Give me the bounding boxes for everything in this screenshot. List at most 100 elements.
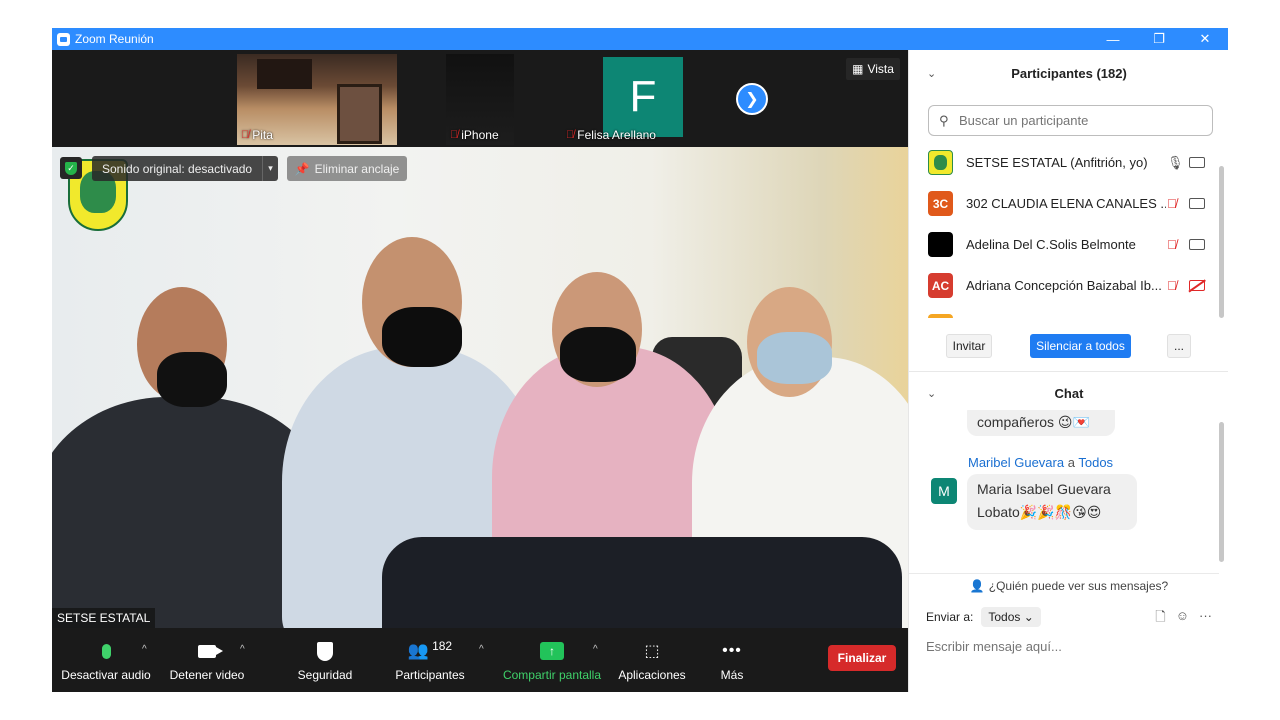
next-page-button[interactable]: ❯ (736, 83, 768, 115)
chevron-down-icon: ⌄ (1023, 610, 1034, 624)
view-button[interactable]: ▦ Vista (846, 58, 900, 80)
microphone-icon[interactable]: 🎙 (1167, 155, 1184, 171)
chevron-up-icon[interactable]: ^ (479, 644, 484, 655)
file-icon[interactable]: 🗋 (1155, 608, 1165, 630)
search-input[interactable] (959, 113, 1199, 128)
participant-row[interactable]: 3C 302 CLAUDIA ELENA CANALES ... 🎙̸ (909, 183, 1219, 224)
share-screen-button[interactable]: ↑ Compartir pantalla (500, 628, 604, 692)
mic-muted-icon: 🎙̸ (566, 129, 575, 141)
video-thumb-pita[interactable]: 🎙̸ Pita (237, 54, 397, 145)
avatar: 3C (928, 191, 953, 216)
chat-header: ⌄ Chat (909, 381, 1228, 405)
chevron-up-icon[interactable]: ^ (593, 644, 598, 655)
share-screen-label: Compartir pantalla (502, 668, 602, 682)
more-dots-icon: ••• (722, 642, 742, 659)
original-sound-button[interactable]: Sonido original: desactivado ▾ (92, 156, 278, 181)
camera-icon[interactable] (1189, 198, 1205, 209)
participant-row[interactable]: SETSE ESTATAL (Anfitrión, yo) 🎙 (909, 142, 1219, 183)
stop-video-label: Detener video (169, 668, 245, 682)
restore-button[interactable]: ❐ (1136, 28, 1182, 50)
microphone-icon (101, 643, 111, 659)
participant-row[interactable]: AC Adriana Concepción Baizabal Ib... 🎙̸ (909, 265, 1219, 306)
apps-label: Aplicaciones (618, 668, 686, 682)
video-thumb-felisa[interactable]: F 🎙̸ Felisa Arellano (562, 54, 722, 145)
mic-muted-icon[interactable]: 🎙̸ (1167, 237, 1177, 252)
participants-button[interactable]: 👥 182 Participantes (390, 628, 470, 692)
mic-muted-icon: 🎙̸ (241, 129, 250, 141)
participant-list: SETSE ESTATAL (Anfitrión, yo) 🎙 3C 302 C… (909, 142, 1219, 318)
mute-all-button[interactable]: Silenciar a todos (1030, 334, 1131, 358)
participant-name: 302 CLAUDIA ELENA CANALES ... (966, 196, 1166, 211)
chat-scrollbar[interactable] (1219, 422, 1224, 562)
video-content (157, 352, 227, 407)
encryption-shield-icon[interactable]: ✓ (60, 157, 82, 179)
thumb-background (257, 59, 312, 89)
mic-muted-icon[interactable]: 🎙̸ (1167, 278, 1177, 293)
stop-video-button[interactable]: Detener video (162, 628, 252, 692)
minimize-button[interactable]: — (1090, 28, 1136, 50)
avatar (928, 150, 953, 175)
panel-divider (909, 371, 1228, 372)
remove-pin-button[interactable]: 📌 Eliminar anclaje (287, 156, 407, 181)
mic-muted-icon[interactable]: 🎙̸ (1167, 196, 1177, 211)
thumbnail-strip: 🎙̸ Pita 🎙̸ iPhone F 🎙̸ Felisa Arellano ❯ (52, 50, 908, 147)
chat-sender: Maribel Guevara (968, 455, 1065, 470)
thumb-label: 🎙̸ Pita (241, 128, 273, 142)
shield-icon (317, 641, 333, 661)
view-label: Vista (867, 62, 894, 76)
participant-row[interactable]: Adelina Del C.Solis Belmonte 🎙̸ (909, 224, 1219, 265)
mute-audio-label: Desactivar audio (61, 668, 151, 682)
thumb-label: 🎙̸ iPhone (450, 128, 499, 142)
camera-icon[interactable] (1189, 157, 1205, 168)
chevron-up-icon[interactable]: ^ (240, 644, 245, 655)
more-label: Más (720, 668, 744, 682)
apps-icon: ⬚ (644, 643, 660, 660)
video-content (560, 327, 636, 382)
participants-title: Participantes (182) (1011, 65, 1127, 81)
chat-message: compañeros 😉💌 (967, 410, 1115, 436)
chevron-right-icon: ❯ (745, 91, 759, 108)
chevron-down-icon[interactable]: ▾ (262, 156, 278, 181)
participants-count: 182 (432, 639, 453, 653)
video-content (382, 537, 902, 628)
participants-icon: 👥 (407, 641, 430, 660)
send-to-label: Enviar a: (926, 610, 974, 624)
mute-audio-button[interactable]: Desactivar audio (60, 628, 152, 692)
more-dots-icon[interactable]: ··· (1199, 608, 1212, 630)
emoji-icon[interactable]: ☺ (1176, 608, 1189, 630)
participant-scrollbar[interactable] (1219, 166, 1224, 318)
recipient-select[interactable]: Todos ⌄ (981, 607, 1041, 627)
avatar: M (931, 478, 957, 504)
participant-search[interactable]: ⚲ (928, 105, 1213, 136)
end-meeting-button[interactable]: Finalizar (828, 645, 896, 671)
chat-input[interactable] (926, 636, 1216, 656)
avatar (928, 314, 953, 318)
thumb-name: iPhone (461, 128, 499, 142)
participants-header: ⌄ Participantes (182) (909, 61, 1228, 85)
who-can-see-link[interactable]: 👤 ¿Quién puede ver sus mensajes? (909, 574, 1228, 598)
main-video: ✓ Sonido original: desactivado ▾ 📌 Elimi… (52, 147, 908, 628)
side-panel: ⌄ Participantes (182) ⚲ SETSE ESTATAL (A… (908, 50, 1228, 692)
camera-off-icon[interactable] (1189, 280, 1205, 291)
participant-row[interactable] (909, 306, 1219, 318)
video-thumb-iphone[interactable]: 🎙̸ iPhone (446, 54, 514, 145)
close-button[interactable]: ✕ (1182, 28, 1228, 50)
participants-label: Participantes (395, 668, 465, 682)
avatar: AC (928, 273, 953, 298)
thumb-name: Pita (252, 128, 273, 142)
camera-icon[interactable] (1189, 239, 1205, 250)
original-sound-label: Sonido original: desactivado (102, 161, 253, 176)
more-button[interactable]: ••• Más (712, 628, 752, 692)
security-button[interactable]: Seguridad (290, 628, 360, 692)
thumb-background (337, 84, 382, 144)
participants-more-button[interactable]: ... (1167, 334, 1191, 358)
chevron-down-icon[interactable]: ⌄ (927, 67, 936, 80)
chevron-up-icon[interactable]: ^ (142, 644, 147, 655)
zoom-window: Zoom Reunión — ❐ ✕ 🎙̸ Pita 🎙̸ iPhone F 🎙… (52, 28, 1228, 692)
participant-name: Adriana Concepción Baizabal Ib... (966, 278, 1162, 293)
apps-button[interactable]: ⬚ Aplicaciones (614, 628, 690, 692)
invite-button[interactable]: Invitar (946, 334, 992, 358)
title-bar: Zoom Reunión — ❐ ✕ (52, 28, 1228, 50)
chevron-down-icon[interactable]: ⌄ (927, 387, 936, 400)
pin-icon: 📌 (294, 161, 310, 176)
